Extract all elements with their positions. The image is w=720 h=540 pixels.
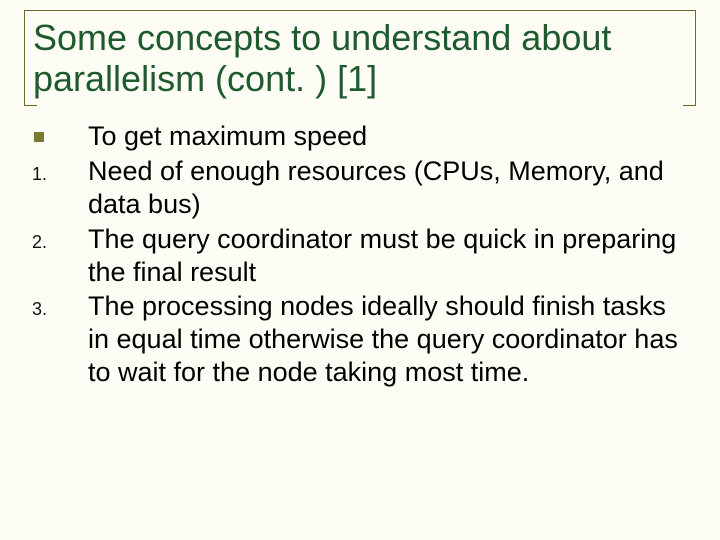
list-number: 2.: [32, 223, 88, 253]
list-item: To get maximum speed: [32, 120, 690, 153]
list-item-text: Need of enough resources (CPUs, Memory, …: [88, 155, 690, 221]
list-item-text: The processing nodes ideally should fini…: [88, 290, 690, 389]
bullet-square-icon: [32, 120, 88, 147]
list-item-text: To get maximum speed: [88, 120, 690, 153]
list-item: 3. The processing nodes ideally should f…: [32, 290, 690, 389]
list-number: 3.: [32, 290, 88, 320]
slide-body: To get maximum speed 1. Need of enough r…: [24, 120, 696, 390]
list-item: 1. Need of enough resources (CPUs, Memor…: [32, 155, 690, 221]
list-number: 1.: [32, 155, 88, 185]
list-item: 2. The query coordinator must be quick i…: [32, 223, 690, 289]
title-container: Some concepts to understand about parall…: [24, 10, 696, 106]
slide-title: Some concepts to understand about parall…: [33, 17, 687, 100]
slide: Some concepts to understand about parall…: [0, 0, 720, 540]
list-item-text: The query coordinator must be quick in p…: [88, 223, 690, 289]
